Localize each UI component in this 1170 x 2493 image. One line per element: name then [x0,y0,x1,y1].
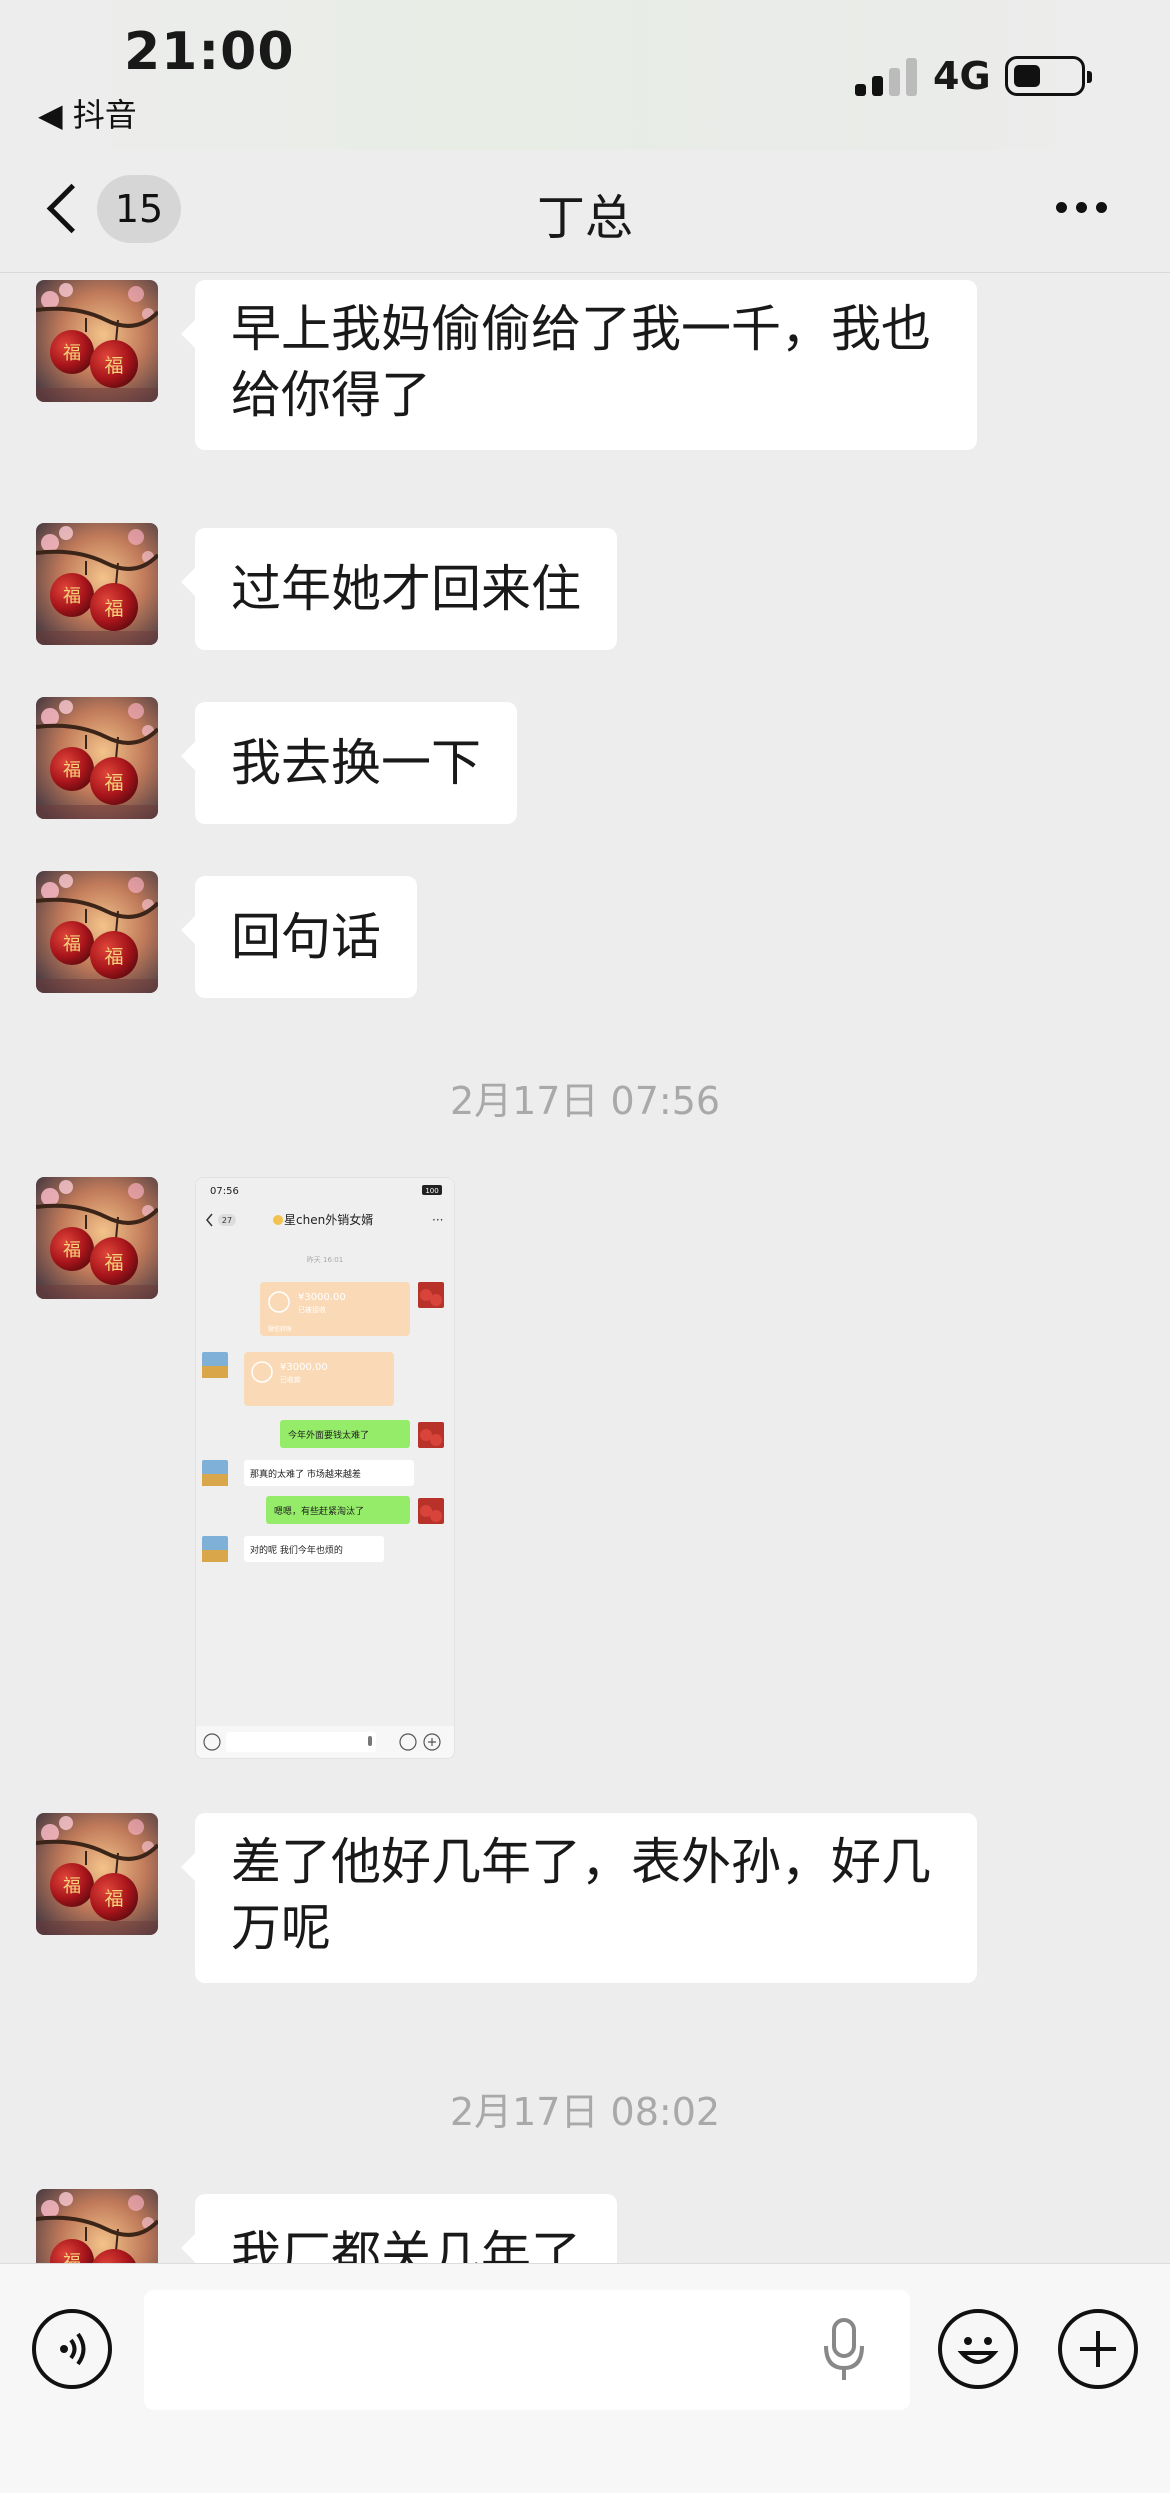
shot-back-count: 27 [222,1216,232,1225]
svg-text:···: ··· [432,1213,443,1227]
avatar[interactable] [36,1177,158,1299]
shot-transfer2-status: 已收款 [280,1375,301,1384]
plus-icon[interactable] [1058,2309,1138,2389]
microphone-icon[interactable] [820,2316,868,2384]
shot-msg3: 嗯嗯，有些赶紧淘汰了 [274,1505,364,1517]
message-input[interactable] [144,2290,910,2410]
voice-icon[interactable] [32,2309,112,2389]
shot-msg1: 今年外面要钱太难了 [288,1429,369,1441]
back-to-app-link[interactable]: ◀ 抖音 [38,90,137,136]
chat-header: 15 丁总 [0,150,1170,273]
shot-time: 07:56 [210,1186,239,1197]
shot-date: 昨天 16:01 [307,1255,343,1264]
status-bar: 21:00 ◀ 抖音 4G [0,0,1170,150]
avatar[interactable] [36,2189,158,2263]
message-bubble[interactable]: 早上我妈偷偷给了我一千，我也给你得了 [181,280,977,450]
avatar[interactable] [36,523,158,645]
battery-icon [1005,56,1092,96]
timestamp: 2月17日 07:56 [449,1079,721,1123]
signal-icon [855,56,917,96]
shot-transfer1-amount: ¥3000.00 [298,1292,346,1303]
chat-title: 丁总 [536,190,633,246]
avatar[interactable] [36,1813,158,1935]
message-bubble[interactable]: 我去换一下 [181,702,517,824]
message-bubble[interactable]: 我厂都关几年了 [181,2194,617,2263]
shot-battery: 100 [425,1187,438,1195]
avatar[interactable] [36,280,158,402]
emoji-icon[interactable] [938,2309,1018,2389]
shot-transfer1-status: 已被接收 [298,1305,326,1314]
avatar[interactable] [36,697,158,819]
timestamp: 2月17日 08:02 [449,2090,721,2134]
message-bubble[interactable]: 过年她才回来住 [181,528,617,650]
shot-msg2: 那真的太难了 市场越来越差 [250,1468,361,1480]
shot-msg4: 对的呢 我们今年也烦的 [250,1544,343,1556]
shot-title: 星chen外销女婿 [284,1212,373,1227]
chat-message-list[interactable]: 早上我妈偷偷给了我一千，我也给你得了 过年她才回来住 我去换一下 回句话 2月1… [0,273,1170,2263]
network-type: 4G [933,54,991,98]
status-time: 21:00 [124,22,295,82]
input-bar [0,2263,1170,2493]
message-bubble[interactable]: 差了他好几年了，表外孙，好几万呢 [181,1813,977,1983]
shot-transfer1-note: 微信转账 [268,1325,292,1333]
shot-transfer2-amount: ¥3000.00 [280,1362,328,1373]
image-message[interactable]: 07:56 100 27 星chen外销女婿 ··· 昨天 16:01 ¥300… [195,1177,455,1759]
avatar[interactable] [36,871,158,993]
more-icon[interactable] [1056,202,1116,222]
message-bubble[interactable]: 回句话 [181,876,417,998]
